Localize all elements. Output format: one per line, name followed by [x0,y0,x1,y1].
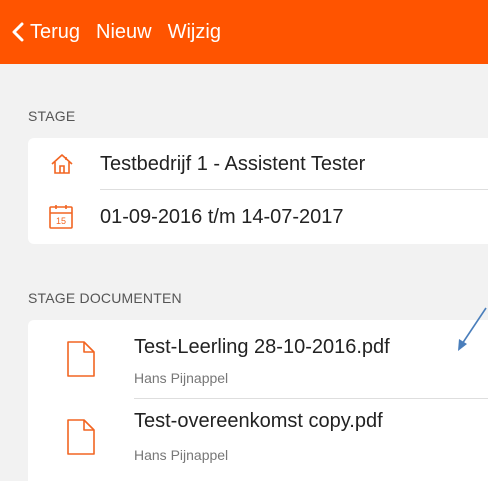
calendar-day-number: 15 [56,216,66,226]
document-icon [67,341,95,377]
back-label: Terug [30,20,81,43]
document-title: Test-overeenkomst copy.pdf [134,410,383,432]
documents-section-header: STAGE DOCUMENTEN [28,290,182,306]
annotation-arrow [458,307,487,351]
document-title: Test-Leerling 28-10-2016.pdf [134,336,390,358]
chevron-left-icon [12,22,24,42]
new-button[interactable]: Nieuw [96,21,152,44]
edit-button[interactable]: Wijzig [168,21,221,44]
document-author: Hans Pijnappel [134,370,229,386]
stage-company-row[interactable]: Testbedrijf 1 - Assistent Tester [28,138,488,190]
document-icon [67,419,95,455]
stage-section-header: STAGE [28,108,76,124]
stage-card: Testbedrijf 1 - Assistent Tester 15 01-0… [28,138,488,244]
document-item[interactable]: Test-Leerling 28-10-2016.pdf Hans Pijnap… [28,320,488,398]
stage-period-row[interactable]: 15 01-09-2016 t/m 14-07-2017 [28,190,488,244]
document-item[interactable]: Test-overeenkomst copy.pdf Hans Pijnappe… [28,399,488,481]
stage-period-text: 01-09-2016 t/m 14-07-2017 [100,206,344,228]
top-navigation-bar: Terug Nieuw Wijzig [0,0,488,64]
calendar-icon: 15 [49,205,73,229]
home-icon [51,154,73,174]
stage-company-text: Testbedrijf 1 - Assistent Tester [100,153,366,175]
document-author: Hans Pijnappel [134,447,229,463]
nav-actions: Terug Nieuw Wijzig [0,21,221,44]
back-button[interactable]: Terug [12,21,80,44]
documents-card: Test-Leerling 28-10-2016.pdf Hans Pijnap… [28,320,488,481]
